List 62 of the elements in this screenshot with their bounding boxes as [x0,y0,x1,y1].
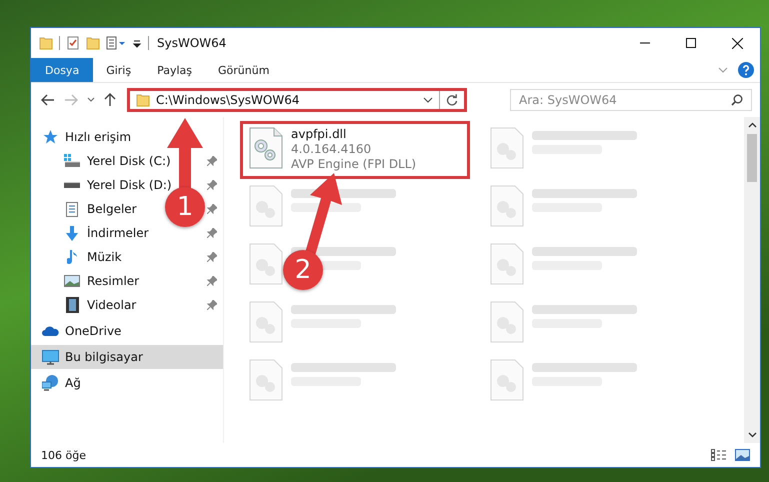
nav-item[interactable]: Ağ [31,371,87,395]
drive-icon [64,154,80,168]
search-icon [731,94,743,106]
ribbon-tab[interactable]: Görünüm [205,58,282,82]
nav-item[interactable]: Resimler [53,269,146,293]
pin-icon[interactable] [207,228,217,238]
back-arrow-icon[interactable] [41,94,55,106]
pin-icon[interactable] [207,252,217,262]
chevron-down-icon[interactable] [423,96,433,104]
chevron-down-icon[interactable] [748,432,756,438]
properties-icon[interactable] [106,36,126,50]
file-detail: AVP Engine (FPI DLL) [291,157,416,171]
nav-item[interactable]: İndirmeler [53,221,155,245]
download-arrow-icon [65,226,79,240]
document-icon [66,202,78,216]
film-icon [66,297,78,313]
pin-icon[interactable] [207,156,217,166]
chevron-down-icon[interactable] [87,97,95,103]
thumbnail-view-icon[interactable] [735,449,750,461]
nav-item[interactable]: Videolar [53,293,142,317]
computer-icon [42,350,58,364]
file-name: avpfpi.dll [291,127,348,141]
folder-icon[interactable] [86,36,100,50]
ribbon-tab[interactable]: Dosya [31,58,94,82]
refresh-icon[interactable] [446,94,458,106]
picture-icon [64,275,80,287]
pin-icon[interactable] [207,204,217,214]
star-icon [42,130,58,144]
close-icon [732,38,742,48]
search-field[interactable]: Ara: SysWOW64 [510,89,752,111]
chevron-up-icon[interactable] [748,122,756,128]
help-icon[interactable] [738,62,754,78]
folder-icon [136,93,150,107]
network-icon [42,375,58,391]
address-bar[interactable]: C:\Windows\SysWOW64 [127,88,467,112]
up-arrow-icon[interactable] [104,93,116,107]
ribbon-tab[interactable]: Paylaş [144,58,205,82]
window-title: SysWOW64 [157,36,226,50]
nav-item[interactable]: Hızlı erişim [31,125,138,149]
dll-file-icon [249,127,283,169]
pin-icon[interactable] [207,300,217,310]
folder-icon[interactable] [39,36,53,50]
details-view-icon[interactable] [711,449,727,461]
pin-icon[interactable] [207,276,217,286]
pin-icon[interactable] [207,180,217,190]
nav-item[interactable]: Yerel Disk (C:) [53,149,177,173]
music-note-icon [66,250,78,264]
nav-item[interactable]: Bu bilgisayar [31,345,223,369]
file-item[interactable]: avpfpi.dll 4.0.164.4160 AVP Engine (FPI DLL) [240,121,470,179]
scrollbar-thumb[interactable] [747,134,757,182]
checklist-icon[interactable] [66,36,80,50]
cloud-icon [42,326,58,336]
ribbon-tab[interactable]: Giriş [93,58,144,82]
file-detail: 4.0.164.4160 [291,142,372,156]
item-count: 106 öğe [41,448,86,462]
maximize-icon [686,38,696,48]
nav-item[interactable]: Müzik [53,245,128,269]
nav-item[interactable]: OneDrive [31,319,128,343]
scrollbar[interactable] [744,117,760,443]
nav-item[interactable]: Belgeler [53,197,143,221]
address-path: C:\Windows\SysWOW64 [156,93,300,107]
drive-icon [64,182,80,188]
